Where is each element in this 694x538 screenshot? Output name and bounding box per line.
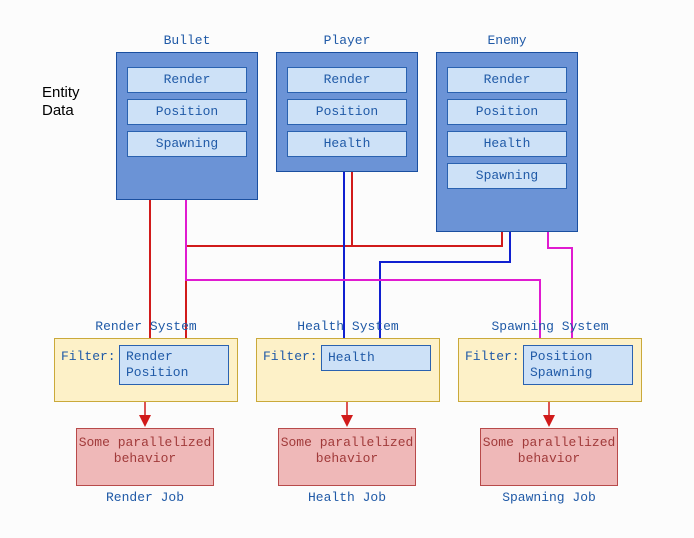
component-render: Render: [287, 67, 407, 93]
spawning-system: Spawning System Filter: Position Spawnin…: [458, 338, 642, 402]
component-health: Health: [447, 131, 567, 157]
entity-data-label: Entity Data: [42, 84, 80, 120]
entity-enemy: Enemy Render Position Health Spawning: [436, 52, 578, 232]
health-job-box: Some parallelized behavior: [278, 428, 416, 486]
filter-label: Filter:: [465, 349, 520, 364]
render-system: Render System Filter: Render Position: [54, 338, 238, 402]
component-render: Render: [447, 67, 567, 93]
component-health: Health: [287, 131, 407, 157]
component-position: Position: [287, 99, 407, 125]
health-system: Health System Filter: Health: [256, 338, 440, 402]
component-spawning: Spawning: [127, 131, 247, 157]
health-system-title: Health System: [257, 319, 439, 334]
filter-label: Filter:: [61, 349, 116, 364]
entity-bullet: Bullet Render Position Spawning: [116, 52, 258, 200]
render-filter-box: Render Position: [119, 345, 229, 385]
spawning-job-label: Spawning Job: [480, 490, 618, 505]
health-filter-box: Health: [321, 345, 431, 371]
entity-bullet-title: Bullet: [117, 33, 257, 48]
component-spawning: Spawning: [447, 163, 567, 189]
entity-player-title: Player: [277, 33, 417, 48]
health-job-label: Health Job: [278, 490, 416, 505]
component-position: Position: [447, 99, 567, 125]
spawning-filter-box: Position Spawning: [523, 345, 633, 385]
spawning-job-box: Some parallelized behavior: [480, 428, 618, 486]
component-position: Position: [127, 99, 247, 125]
component-render: Render: [127, 67, 247, 93]
render-job-box: Some parallelized behavior: [76, 428, 214, 486]
render-job-label: Render Job: [76, 490, 214, 505]
entity-player: Player Render Position Health: [276, 52, 418, 172]
filter-label: Filter:: [263, 349, 318, 364]
spawning-system-title: Spawning System: [459, 319, 641, 334]
render-system-title: Render System: [55, 319, 237, 334]
entity-enemy-title: Enemy: [437, 33, 577, 48]
